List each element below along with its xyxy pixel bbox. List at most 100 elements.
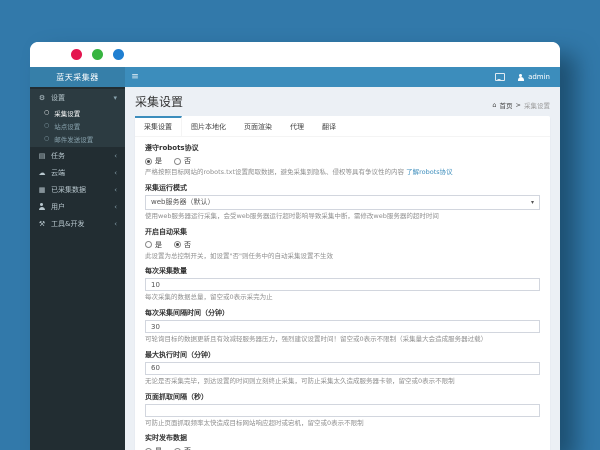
window-close-dot[interactable] <box>71 49 82 60</box>
settings-box: 采集设置 图片本地化 页面渲染 代理 翻译 遵守robots协议是否严格按照目标网站的r… <box>135 116 550 450</box>
app-brand[interactable]: 蓝天采集器 <box>30 67 125 87</box>
form-group-3: 每次采集数量每次采集的数据总量，留空或0表示采完为止 <box>145 266 540 302</box>
radio-icon <box>174 157 181 165</box>
field-label: 实时发布数据 <box>145 434 187 443</box>
chevron-down-icon: ▾ <box>530 198 534 206</box>
tab-0[interactable]: 采集设置 <box>135 116 182 136</box>
sidebar-submenu: ○ 采集设置 ○ 站点设置 ○ 邮件发送设置 <box>30 106 125 147</box>
tab-1[interactable]: 图片本地化 <box>182 116 235 136</box>
help-text: 此设置为总控制开关，如设置"否"则任务中的自动采集设置不生效 <box>145 251 333 260</box>
radio-option[interactable]: 否 <box>174 156 191 166</box>
window-maximize-dot[interactable] <box>113 49 124 60</box>
form-group-1: 采集运行模式 web服务器（默认） ▾ 使用web服务器运行采集，会受web服务器运行… <box>145 183 540 221</box>
sidebar-subitem-1[interactable]: ○ 站点设置 <box>30 119 125 132</box>
radio-label: 否 <box>184 446 191 450</box>
tab-bar: 采集设置 图片本地化 页面渲染 代理 翻译 <box>135 116 550 137</box>
circle-icon: ○ <box>44 109 50 116</box>
settings-form: 遵守robots协议是否严格按照目标网站的robots.txt设置爬取数据，避免… <box>135 137 550 450</box>
text-field[interactable] <box>145 278 540 292</box>
chevron-left-icon: ‹ <box>114 185 117 194</box>
chevron-left-icon: ‹ <box>114 151 117 160</box>
form-group-2: 开启自动采集是否此设置为总控制开关，如设置"否"则任务中的自动采集设置不生效 <box>145 227 540 261</box>
sidebar-toggle-icon[interactable]: ≡ <box>125 67 145 87</box>
tab-3[interactable]: 代理 <box>281 116 313 136</box>
field-label: 每次采集间隔时间（分钟） <box>145 309 229 318</box>
tab-4[interactable]: 翻译 <box>313 116 345 136</box>
field-help: 无论是否采集完毕，到达设置的时间则立刻终止采集，可防止采集太久造成服务器卡顿，留… <box>145 377 540 386</box>
radio-icon <box>145 241 152 249</box>
form-group-4: 每次采集间隔时间（分钟） 可轮询目标的数据更新且有效减轻服务器压力，强烈建议设置时… <box>145 308 540 344</box>
help-text: 可轮询目标的数据更新且有效减轻服务器压力，强烈建议设置时间！留空或0表示不限制（… <box>145 335 488 344</box>
navbar-right: admin <box>495 67 560 87</box>
sidebar-item-2[interactable]: ☁ 云端 ‹ <box>30 164 125 181</box>
tab-2[interactable]: 页面渲染 <box>235 116 281 136</box>
radio-option[interactable]: 否 <box>174 240 191 250</box>
message-icon[interactable] <box>495 73 506 81</box>
radio-group: 是否 <box>145 446 540 450</box>
help-text: 可防止页面抓取频率太快造成目标网站响应超时或宕机，留空或0表示不限制 <box>145 418 364 427</box>
sidebar-subitem-0[interactable]: ○ 采集设置 <box>30 106 125 119</box>
form-group-5: 最大执行时间（分钟） 无论是否采集完毕，到达设置的时间则立刻终止采集，可防止采集太… <box>145 350 540 386</box>
field-label: 最大执行时间（分钟） <box>145 350 215 359</box>
radio-group: 是否 <box>145 240 540 250</box>
content-header: 采集设置 ⌂ 首页 > 采集设置 <box>135 93 550 110</box>
database-icon: ▦ <box>38 185 46 194</box>
radio-label: 是 <box>155 157 162 165</box>
radio-label: 否 <box>184 240 191 249</box>
window-minimize-dot[interactable] <box>92 49 103 60</box>
radio-icon <box>145 157 152 165</box>
radio-option[interactable]: 否 <box>174 446 191 450</box>
main-content: 采集设置 ⌂ 首页 > 采集设置 采集设置 图片本地化 页面渲染 代理 翻译 遵守rob… <box>125 87 560 450</box>
chevron-left-icon: ‹ <box>114 202 117 211</box>
text-field[interactable] <box>145 320 540 334</box>
breadcrumb-separator: > <box>515 101 521 109</box>
field-label: 开启自动采集 <box>145 227 187 236</box>
sidebar-item-3[interactable]: ▦ 已采集数据 ‹ <box>30 181 125 198</box>
form-group-0: 遵守robots协议是否严格按照目标网站的robots.txt设置爬取数据，避免… <box>145 143 540 177</box>
sidebar-section: ▤ 任务 ‹ <box>30 147 125 164</box>
help-text: 严格按照目标网站的robots.txt设置爬取数据，避免采集到隐私、侵权等具有争… <box>145 168 407 176</box>
gear-icon: ⚙ <box>38 93 46 102</box>
user-icon <box>38 203 46 210</box>
breadcrumb-home[interactable]: 首页 <box>500 100 513 110</box>
help-text: 每次采集的数据总量，留空或0表示采完为止 <box>145 293 273 302</box>
sidebar-item-label: 工具&开发 <box>51 219 85 228</box>
browser-window: 蓝天采集器 ≡ admin ⚙ 设置 ▾ ○ 采集设置 ○ 站点设置 ○ 邮件发送设置 ▤ 任务 ‹ ☁… <box>30 42 560 450</box>
page-title: 采集设置 <box>135 95 184 109</box>
sidebar-item-label: 任务 <box>51 151 65 160</box>
sidebar-section: ☁ 云端 ‹ <box>30 164 125 181</box>
user-menu[interactable]: admin <box>517 73 550 81</box>
sidebar-subitem-label: 站点设置 <box>54 122 81 131</box>
radio-option[interactable]: 是 <box>145 446 162 450</box>
radio-label: 否 <box>184 157 191 165</box>
sidebar-section: 用户 ‹ <box>30 198 125 215</box>
help-text: 无论是否采集完毕，到达设置的时间则立刻终止采集，可防止采集太久造成服务器卡顿，留… <box>145 376 455 385</box>
text-field[interactable] <box>145 361 540 375</box>
radio-label: 是 <box>155 446 162 450</box>
sidebar-item-4[interactable]: 用户 ‹ <box>30 198 125 215</box>
radio-option[interactable]: 是 <box>145 240 162 250</box>
select-field[interactable]: web服务器（默认） ▾ <box>145 194 540 210</box>
sidebar-item-5[interactable]: ⚒ 工具&开发 ‹ <box>30 215 125 232</box>
form-group-6: 页面抓取间隔（秒） 可防止页面抓取频率太快造成目标网站响应超时或宕机，留空或0表示… <box>145 392 540 428</box>
field-help: 可防止页面抓取频率太快造成目标网站响应超时或宕机，留空或0表示不限制 <box>145 419 540 428</box>
radio-group: 是否 <box>145 156 540 166</box>
circle-icon: ○ <box>44 135 50 142</box>
wrench-icon: ⚒ <box>38 219 46 228</box>
browser-titlebar <box>30 42 560 67</box>
user-name: admin <box>528 73 550 81</box>
home-icon: ⌂ <box>492 101 497 109</box>
breadcrumb-current: 采集设置 <box>524 102 550 110</box>
sidebar-item-0[interactable]: ⚙ 设置 ▾ <box>30 89 125 106</box>
robots-link[interactable]: 了解robots协议 <box>406 168 453 176</box>
radio-option[interactable]: 是 <box>145 156 162 166</box>
field-help: 此设置为总控制开关，如设置"否"则任务中的自动采集设置不生效 <box>145 252 540 261</box>
sidebar-menu: ⚙ 设置 ▾ ○ 采集设置 ○ 站点设置 ○ 邮件发送设置 ▤ 任务 ‹ ☁ 云端 ‹ ▦ 已采集数据 ‹ 用户 ‹ ⚒… <box>30 87 125 450</box>
sidebar-subitem-2[interactable]: ○ 邮件发送设置 <box>30 132 125 145</box>
field-help: 每次采集的数据总量，留空或0表示采完为止 <box>145 293 540 302</box>
select-value: web服务器（默认） <box>151 198 215 207</box>
sidebar-item-label: 用户 <box>51 202 65 211</box>
radio-icon <box>174 241 181 249</box>
text-field[interactable] <box>145 403 540 417</box>
sidebar-item-1[interactable]: ▤ 任务 ‹ <box>30 147 125 164</box>
